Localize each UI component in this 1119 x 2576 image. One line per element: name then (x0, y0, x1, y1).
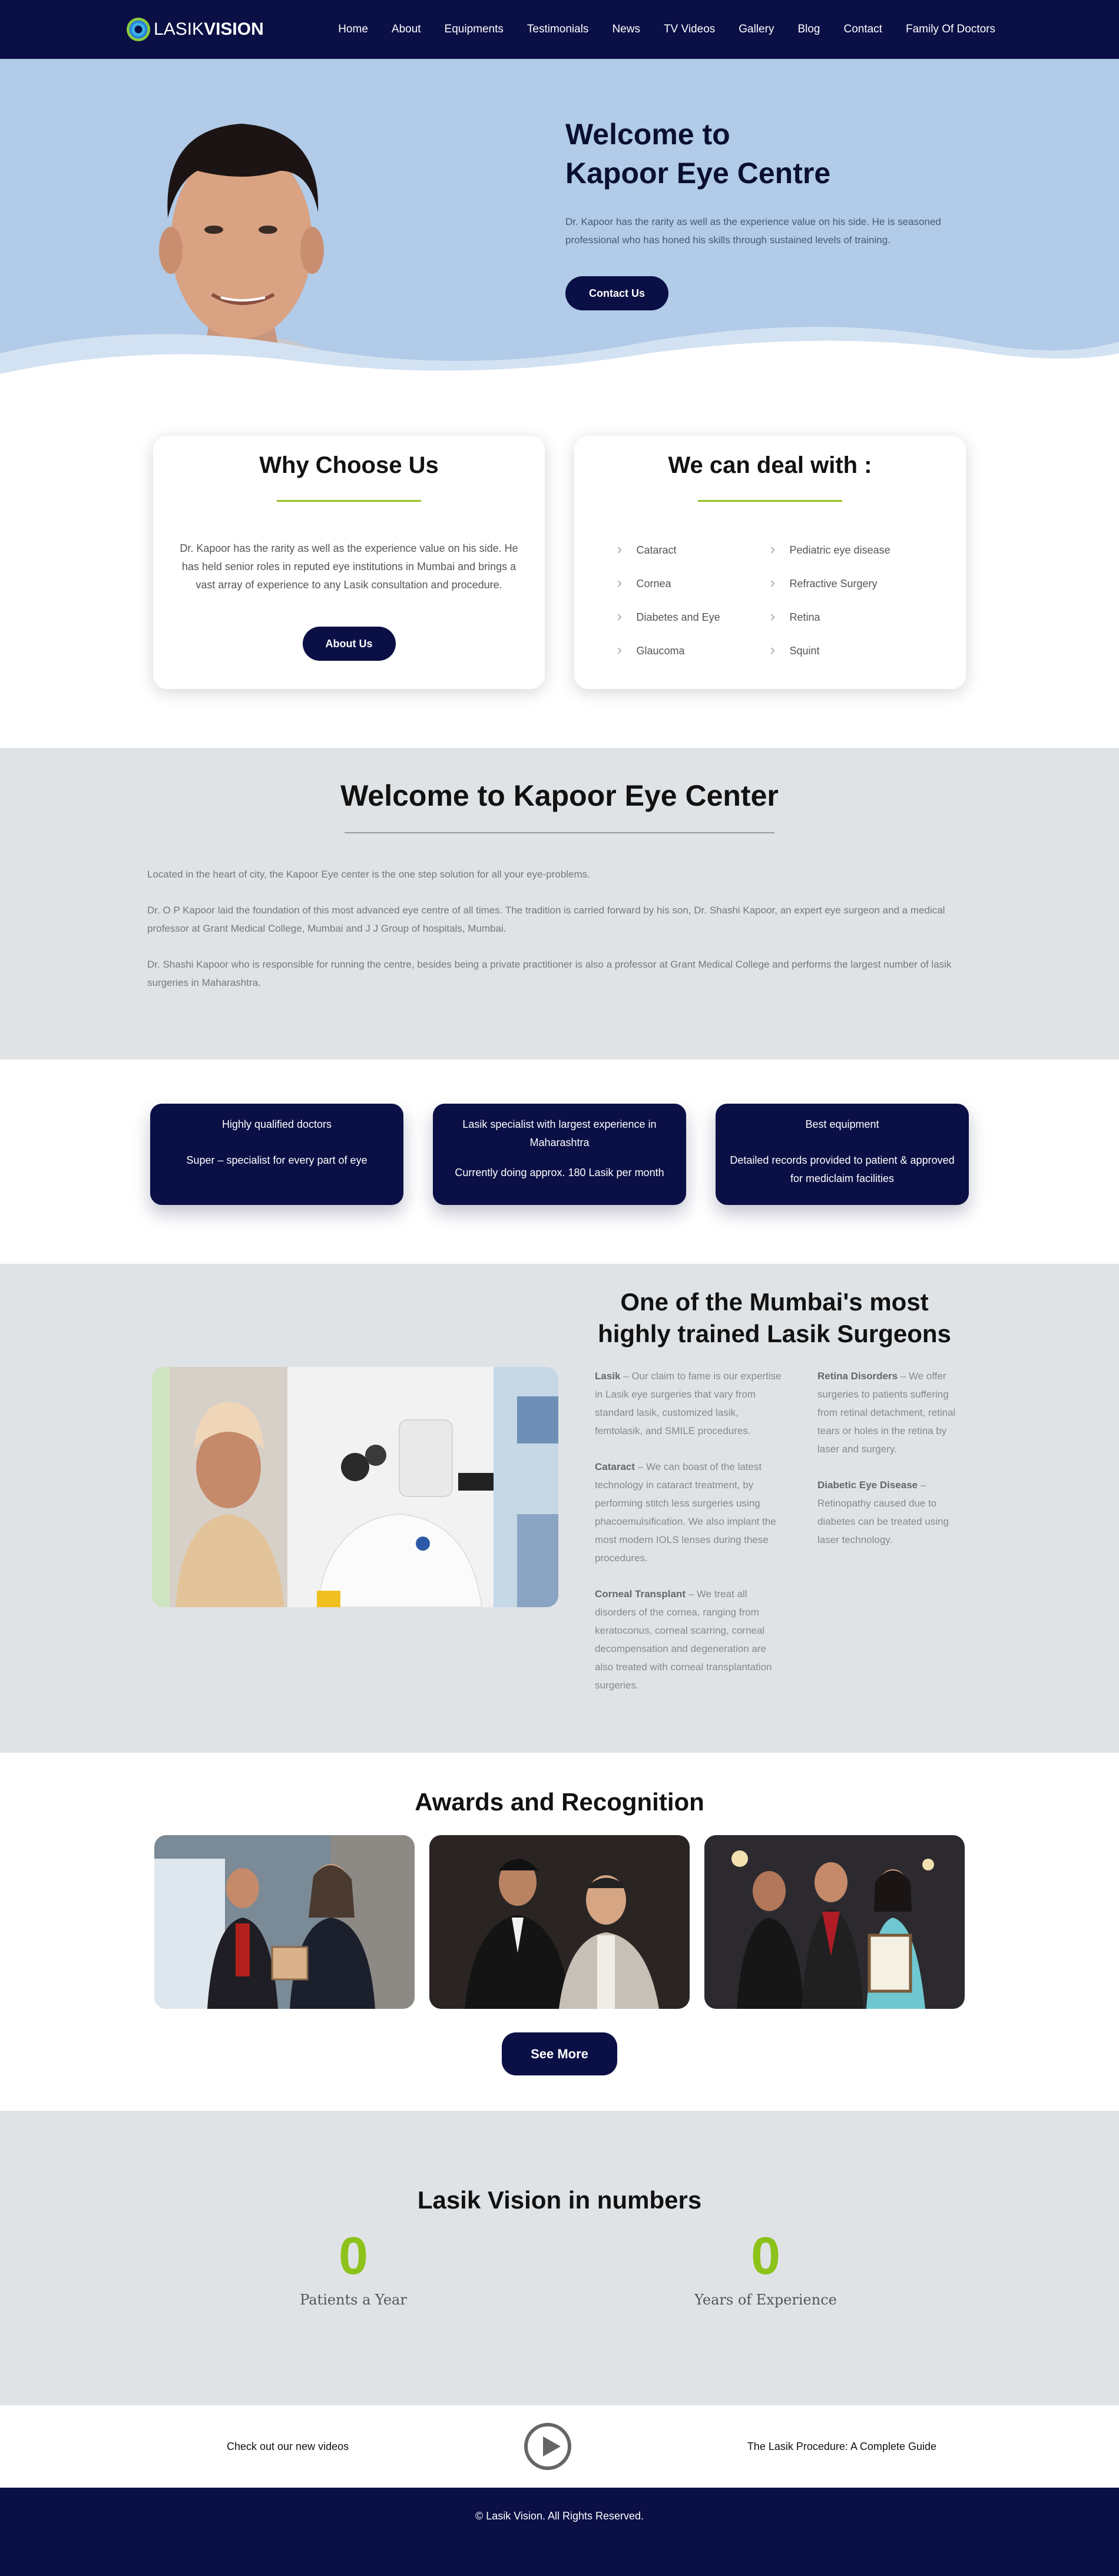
feature-text: Currently doing approx. 180 Lasik per mo… (455, 1167, 664, 1178)
stat-experience: 0 Years of Experience (683, 2226, 848, 2308)
why-choose-us-title: Why Choose Us (259, 452, 439, 478)
award-photo[interactable] (704, 1835, 965, 2009)
feature-title: Best equipment (805, 1118, 879, 1130)
hero-description: Dr. Kapoor has the rarity as well as the… (565, 216, 941, 246)
award-photo-1-image (154, 1835, 415, 2009)
stat-value: 0 (750, 2227, 781, 2286)
service-diabetic-eye-disease: Diabetic Eye Disease – Retinopathy cause… (817, 1479, 949, 1545)
hero-content: Welcome to Kapoor Eye Centre Dr. Kapoor h… (565, 115, 942, 310)
award-photo-3-image (704, 1835, 965, 2009)
service-corneal-transplant: Corneal Transplant – We treat all disord… (595, 1588, 772, 1691)
hero-section: Welcome to Kapoor Eye Centre Dr. Kapoor h… (0, 59, 1119, 389)
title-underline (277, 500, 421, 502)
video-title[interactable]: The Lasik Procedure: A Complete Guide (747, 2441, 936, 2453)
nav-gallery[interactable]: Gallery (739, 23, 774, 36)
feature-card-equipment: Best equipment Detailed records provided… (716, 1104, 969, 1205)
main-menu: Home About Equipments Testimonials News … (338, 23, 995, 36)
surgeon-photo (152, 1367, 558, 1607)
services-column-right: Retina Disorders – We offer surgeries to… (817, 1367, 968, 1567)
stats-row: 0 Patients a Year 0 Years of Experience (0, 2226, 1119, 2308)
service-cataract: Cataract – We can boast of the latest te… (595, 1461, 776, 1564)
divider (345, 832, 774, 833)
awards-title: Awards and Recognition (415, 1788, 704, 1816)
nav-tv-videos[interactable]: TV Videos (664, 23, 715, 36)
feature-text: Detailed records provided to patient & a… (730, 1154, 955, 1184)
welcome-text: Located in the heart of city, the Kapoor… (147, 865, 972, 992)
nav-family-of-doctors[interactable]: Family Of Doctors (906, 23, 995, 36)
title-underline (698, 500, 842, 502)
nav-testimonials[interactable]: Testimonials (527, 23, 589, 36)
intro-cards: Why Choose Us Dr. Kapoor has the rarity … (0, 389, 1119, 748)
condition-item: Cornea (617, 575, 770, 591)
services-column-left: Lasik – Our claim to fame is our experti… (595, 1367, 786, 1712)
welcome-paragraph: Dr. Shashi Kapoor who is responsible for… (147, 959, 952, 988)
nav-home[interactable]: Home (338, 23, 368, 36)
eye-logo-icon (127, 18, 150, 41)
nav-contact[interactable]: Contact (843, 23, 882, 36)
videos-label[interactable]: Check out our new videos (227, 2441, 349, 2453)
award-photo[interactable] (154, 1835, 415, 2009)
awards-gallery (0, 1835, 1119, 2009)
condition-item: Diabetes and Eye (617, 609, 770, 624)
stat-label: Years of Experience (694, 2292, 837, 2308)
videos-strip: Check out our new videos The Lasik Proce… (0, 2405, 1119, 2488)
feature-title: Highly qualified doctors (221, 1118, 332, 1130)
award-photo[interactable] (429, 1835, 690, 2009)
site-footer: © Lasik Vision. All Rights Reserved. (0, 2488, 1119, 2576)
surgeons-title: One of the Mumbai's most highly trained … (598, 1288, 951, 1347)
service-lasik: Lasik – Our claim to fame is our experti… (595, 1370, 782, 1436)
nav-about[interactable]: About (392, 23, 421, 36)
hero-title: Welcome to Kapoor Eye Centre (565, 118, 831, 190)
copyright-text: © Lasik Vision. All Rights Reserved. (475, 2510, 644, 2522)
see-more-button[interactable]: See More (502, 2032, 617, 2075)
award-photo-2-image (429, 1835, 690, 2009)
nav-news[interactable]: News (612, 23, 640, 36)
stat-patients: 0 Patients a Year (271, 2226, 436, 2308)
surgeon-with-microscope-image (152, 1367, 558, 1607)
awards-section: Awards and Recognition See More (0, 1753, 1119, 2111)
nav-equipments[interactable]: Equipments (445, 23, 504, 36)
feature-title: Lasik specialist with largest experience… (462, 1118, 657, 1148)
we-can-deal-with-card: We can deal with : Cataract Pediatric ey… (574, 436, 966, 689)
condition-item: Retina (770, 609, 923, 624)
feature-card-lasik-specialist: Lasik specialist with largest experience… (433, 1104, 686, 1205)
site-logo[interactable]: LASIKVISION (127, 18, 264, 41)
stat-value: 0 (338, 2227, 369, 2286)
condition-item: Squint (770, 643, 923, 658)
service-retina-disorders: Retina Disorders – We offer surgeries to… (817, 1370, 956, 1455)
deal-title: We can deal with : (668, 452, 872, 478)
hero-wave-divider (0, 327, 1119, 389)
welcome-title: Welcome to Kapoor Eye Center (340, 779, 779, 812)
condition-item: Pediatric eye disease (770, 542, 923, 557)
welcome-section: Welcome to Kapoor Eye Center Located in … (0, 748, 1119, 1059)
features-section: Highly qualified doctors Super – special… (0, 1059, 1119, 1264)
top-navbar: LASIKVISION Home About Equipments Testim… (0, 0, 1119, 59)
surgeons-section: One of the Mumbai's most highly trained … (0, 1264, 1119, 1753)
numbers-title: Lasik Vision in numbers (417, 2186, 702, 2214)
numbers-section: Lasik Vision in numbers 0 Patients a Yea… (0, 2111, 1119, 2405)
condition-item: Glaucoma (617, 643, 770, 658)
stat-label: Patients a Year (300, 2292, 407, 2308)
welcome-paragraph: Located in the heart of city, the Kapoor… (147, 869, 590, 880)
logo-text: LASIKVISION (154, 19, 264, 39)
why-choose-us-text: Dr. Kapoor has the rarity as well as the… (180, 542, 518, 591)
play-icon[interactable] (524, 2423, 572, 2470)
condition-item: Refractive Surgery (770, 575, 923, 591)
condition-item: Cataract (617, 542, 770, 557)
why-choose-us-card: Why Choose Us Dr. Kapoor has the rarity … (153, 436, 545, 689)
feature-card-doctors: Highly qualified doctors Super – special… (150, 1104, 403, 1205)
welcome-paragraph: Dr. O P Kapoor laid the foundation of th… (147, 905, 945, 934)
about-us-button[interactable]: About Us (302, 627, 396, 661)
conditions-list: Cataract Pediatric eye disease Cornea Re… (617, 542, 923, 658)
contact-us-button[interactable]: Contact Us (565, 276, 668, 310)
feature-text: Super – specialist for every part of eye (186, 1154, 368, 1166)
nav-blog[interactable]: Blog (797, 23, 820, 36)
